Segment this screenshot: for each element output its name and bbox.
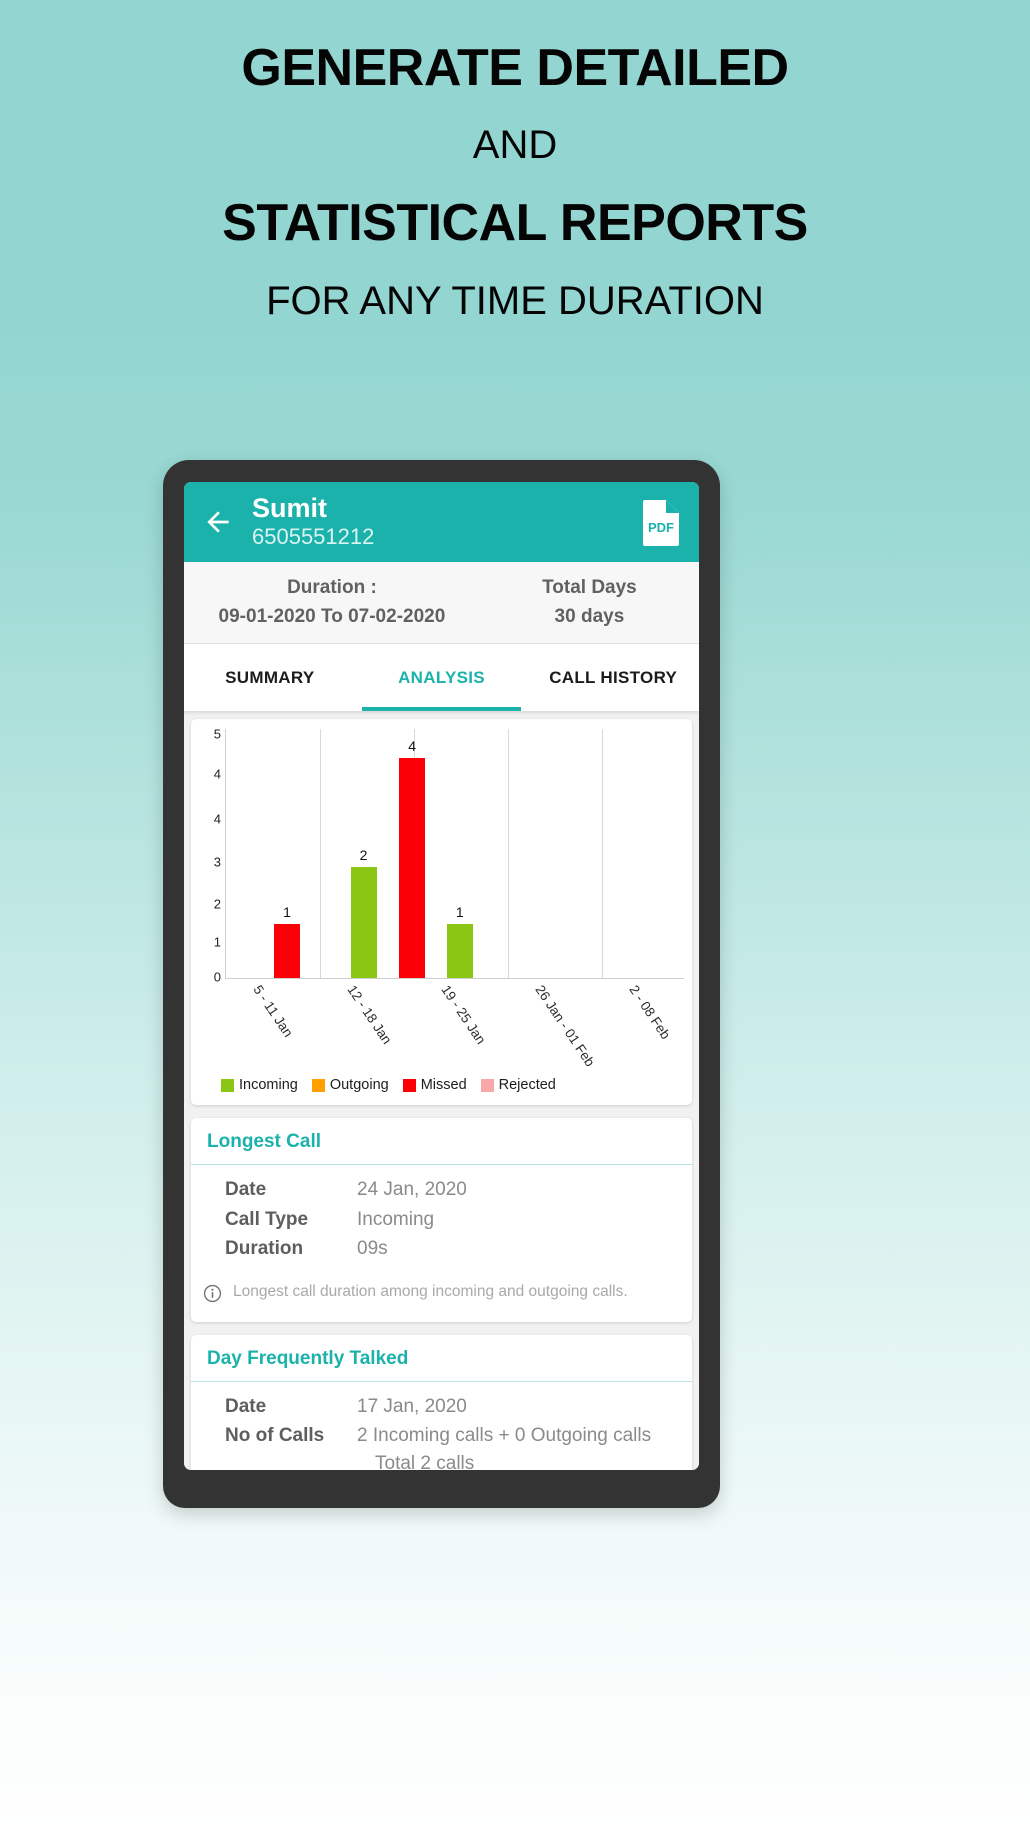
legend-swatch-icon <box>311 1078 325 1092</box>
chart-bar-value: 1 <box>455 903 464 920</box>
row-value: 09s <box>357 1238 388 1260</box>
day-frequently-talked-row: Date 17 Jan, 2020 <box>207 1393 676 1421</box>
info-icon <box>203 1284 223 1308</box>
legend-label: Rejected <box>498 1077 556 1093</box>
analysis-content[interactable]: 5 4 4 3 2 1 0 1 2 4 1 5 - 11 Jan 12 - 18… <box>184 711 699 1470</box>
legend-swatch-icon <box>402 1078 416 1092</box>
chart-bar: 1 <box>446 905 473 978</box>
y-tick: 2 <box>213 896 221 912</box>
x-tick-label: 19 - 25 Jan <box>438 982 489 1047</box>
legend-item-rejected: Rejected <box>480 1077 556 1093</box>
chart-bar-value: 2 <box>359 847 368 864</box>
y-tick: 1 <box>213 934 221 949</box>
row-value: Incoming <box>357 1208 435 1230</box>
day-frequently-talked-card: Day Frequently Talked Date 17 Jan, 2020 … <box>191 1334 692 1470</box>
duration-strip: Duration : 09-01-2020 To 07-02-2020 Tota… <box>184 562 699 644</box>
row-value-sub: Total 2 calls <box>375 1452 475 1470</box>
longest-call-row: Call Type Incoming <box>207 1206 676 1234</box>
chart-plot-area: 1 2 4 1 <box>225 729 684 979</box>
longest-call-card: Longest Call Date 24 Jan, 2020 Call Type… <box>191 1118 692 1322</box>
promo-line-primary: GENERATE DETAILED <box>241 39 789 97</box>
svg-text:PDF: PDF <box>648 520 674 535</box>
chart-bar-value: 1 <box>283 903 291 920</box>
chart-legend: Incoming Outgoing Missed Rejected <box>199 1073 684 1097</box>
duration-label: Duration : <box>287 576 377 598</box>
tab-call-history[interactable]: CALL HISTORY <box>527 644 699 711</box>
note-text: Longest call duration among incoming and… <box>233 1282 628 1300</box>
contact-phone-number: 6505551212 <box>252 524 375 550</box>
legend-swatch-icon <box>480 1078 494 1092</box>
chart-bar: 4 <box>399 739 426 978</box>
phone-device-frame: Sumit 6505551212 PDF Duration : 09-01-20… <box>163 460 720 1508</box>
longest-call-note: Longest call duration among incoming and… <box>191 1271 692 1322</box>
legend-label: Outgoing <box>329 1077 389 1093</box>
tab-bar: SUMMARY ANALYSIS CALL HISTORY <box>184 644 699 711</box>
chart-bar: 1 <box>274 905 301 978</box>
tab-summary[interactable]: SUMMARY <box>184 644 356 711</box>
day-frequently-talked-row: No of Calls 2 Incoming calls + 0 Outgoin… <box>207 1422 676 1470</box>
tab-analysis[interactable]: ANALYSIS <box>356 644 528 711</box>
chart-gridline <box>507 729 509 978</box>
legend-swatch-icon <box>221 1078 234 1092</box>
chart-bar-value: 4 <box>408 737 417 754</box>
row-value: 24 Jan, 2020 <box>357 1179 467 1200</box>
duration-value: 09-01-2020 To 07-02-2020 <box>218 605 446 627</box>
duration-column: Duration : 09-01-2020 To 07-02-2020 <box>184 576 480 629</box>
row-key: Date <box>225 1179 267 1200</box>
chart-gridline <box>601 729 603 978</box>
row-value: 17 Jan, 2020 <box>357 1395 467 1417</box>
row-key: No of Calls <box>225 1425 325 1447</box>
total-days-column: Total Days 30 days <box>480 576 699 629</box>
legend-label: Incoming <box>239 1077 298 1093</box>
day-frequently-talked-title: Day Frequently Talked <box>191 1335 692 1382</box>
promo-line-conjunction: AND <box>472 123 558 168</box>
longest-call-title: Longest Call <box>191 1118 692 1165</box>
pdf-export-icon[interactable]: PDF <box>641 498 683 546</box>
back-arrow-icon[interactable] <box>198 502 238 542</box>
bar-chart: 5 4 4 3 2 1 0 1 2 4 1 <box>199 726 684 984</box>
legend-label: Missed <box>420 1077 467 1093</box>
promo-line-secondary: STATISTICAL REPORTS <box>222 194 808 253</box>
chart-x-axis: 5 - 11 Jan 12 - 18 Jan 19 - 25 Jan 26 Ja… <box>225 979 684 1073</box>
row-value: 2 Incoming calls + 0 Outgoing calls Tota… <box>357 1422 676 1470</box>
promo-headline: GENERATE DETAILED AND STATISTICAL REPORT… <box>0 0 1030 325</box>
x-tick-label: 2 - 08 Feb <box>626 982 674 1042</box>
x-tick-label: 5 - 11 Jan <box>250 982 296 1040</box>
row-key: Call Type <box>225 1208 309 1230</box>
app-bar-titles: Sumit 6505551212 <box>252 493 641 551</box>
chart-bar: 2 <box>350 848 377 978</box>
y-tick: 4 <box>213 811 221 827</box>
legend-item-incoming: Incoming <box>221 1077 298 1093</box>
longest-call-row: Duration 09s <box>207 1235 676 1263</box>
longest-call-row: Date 24 Jan, 2020 <box>207 1176 676 1204</box>
app-bar: Sumit 6505551212 PDF <box>184 482 699 562</box>
legend-item-outgoing: Outgoing <box>311 1077 389 1093</box>
longest-call-body: Date 24 Jan, 2020 Call Type Incoming Dur… <box>191 1165 692 1271</box>
total-days-label: Total Days <box>542 576 637 598</box>
contact-name: Sumit <box>252 493 328 524</box>
y-tick: 4 <box>213 766 221 782</box>
y-tick: 3 <box>213 854 221 869</box>
promo-line-subtitle: FOR ANY TIME DURATION <box>266 278 764 323</box>
day-frequently-talked-body: Date 17 Jan, 2020 No of Calls 2 Incoming… <box>191 1382 692 1470</box>
chart-gridline <box>319 729 321 978</box>
row-key: Date <box>225 1395 267 1417</box>
row-key: Duration <box>225 1238 304 1260</box>
x-tick-label: 12 - 18 Jan <box>344 982 395 1047</box>
total-days-value: 30 days <box>554 605 625 627</box>
row-value-main: 2 Incoming calls + 0 Outgoing calls <box>357 1425 652 1447</box>
y-tick: 0 <box>213 969 221 984</box>
weekly-call-chart-card: 5 4 4 3 2 1 0 1 2 4 1 5 - 11 Jan 12 - 18… <box>191 719 692 1105</box>
legend-item-missed: Missed <box>402 1077 467 1093</box>
phone-screen: Sumit 6505551212 PDF Duration : 09-01-20… <box>184 482 699 1470</box>
y-tick: 5 <box>213 726 221 742</box>
x-tick-label: 26 Jan - 01 Feb <box>532 982 598 1070</box>
chart-y-axis: 5 4 4 3 2 1 0 <box>199 726 225 984</box>
